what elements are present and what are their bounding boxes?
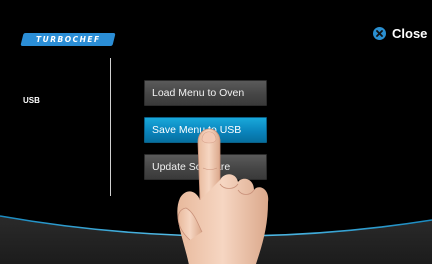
sidebar-item-usb[interactable]: USB	[23, 96, 40, 105]
divider	[110, 58, 111, 196]
load-menu-label: Load Menu to Oven	[152, 87, 245, 99]
logo-text: TURBOCHEF	[35, 35, 101, 44]
close-icon	[373, 26, 386, 40]
turbochef-logo: TURBOCHEF	[20, 33, 116, 46]
close-label: Close	[392, 25, 428, 41]
close-button[interactable]: Close	[373, 24, 427, 42]
oven-screen: TURBOCHEF Close USB Load Menu to Oven Sa…	[0, 0, 432, 264]
load-menu-button[interactable]: Load Menu to Oven	[144, 80, 267, 106]
pointing-hand-image	[177, 128, 269, 264]
